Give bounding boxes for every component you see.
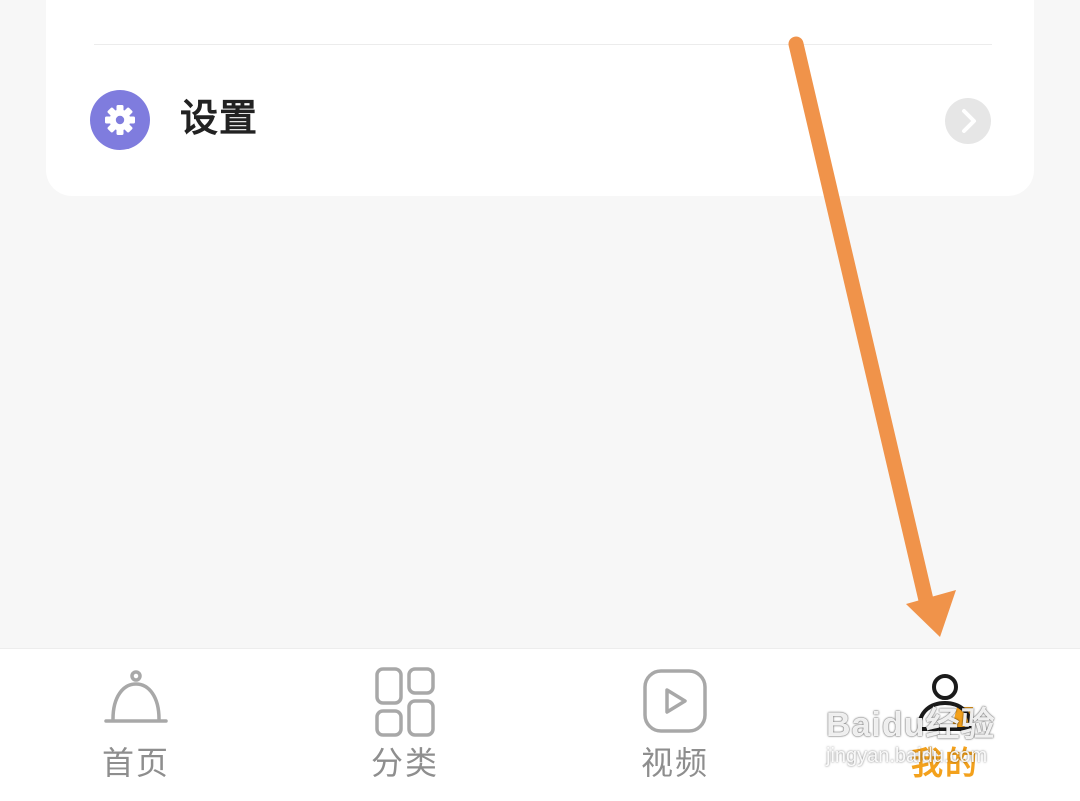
tab-home[interactable]: 首页 bbox=[66, 649, 206, 801]
gear-icon bbox=[90, 90, 150, 150]
tab-mine[interactable]: 我的 bbox=[875, 649, 1015, 801]
video-play-icon bbox=[635, 663, 715, 743]
card-divider bbox=[94, 44, 992, 45]
profile-icon bbox=[905, 663, 985, 743]
settings-label: 设置 bbox=[180, 96, 259, 140]
bell-cloche-icon bbox=[96, 663, 176, 743]
settings-card: 设置 bbox=[46, 0, 1034, 196]
tab-video-label: 视频 bbox=[640, 744, 709, 782]
tab-category-label: 分类 bbox=[370, 744, 439, 782]
tab-category[interactable]: 分类 bbox=[335, 649, 475, 801]
chevron-right-icon bbox=[945, 98, 991, 144]
bottom-tab-bar: 首页 分类 视频 我的 bbox=[0, 648, 1080, 801]
tab-home-label: 首页 bbox=[101, 744, 170, 782]
settings-item[interactable]: 设置 bbox=[46, 64, 1034, 184]
tab-video[interactable]: 视频 bbox=[605, 649, 745, 801]
category-grid-icon bbox=[365, 663, 445, 743]
tab-mine-label: 我的 bbox=[910, 744, 979, 782]
